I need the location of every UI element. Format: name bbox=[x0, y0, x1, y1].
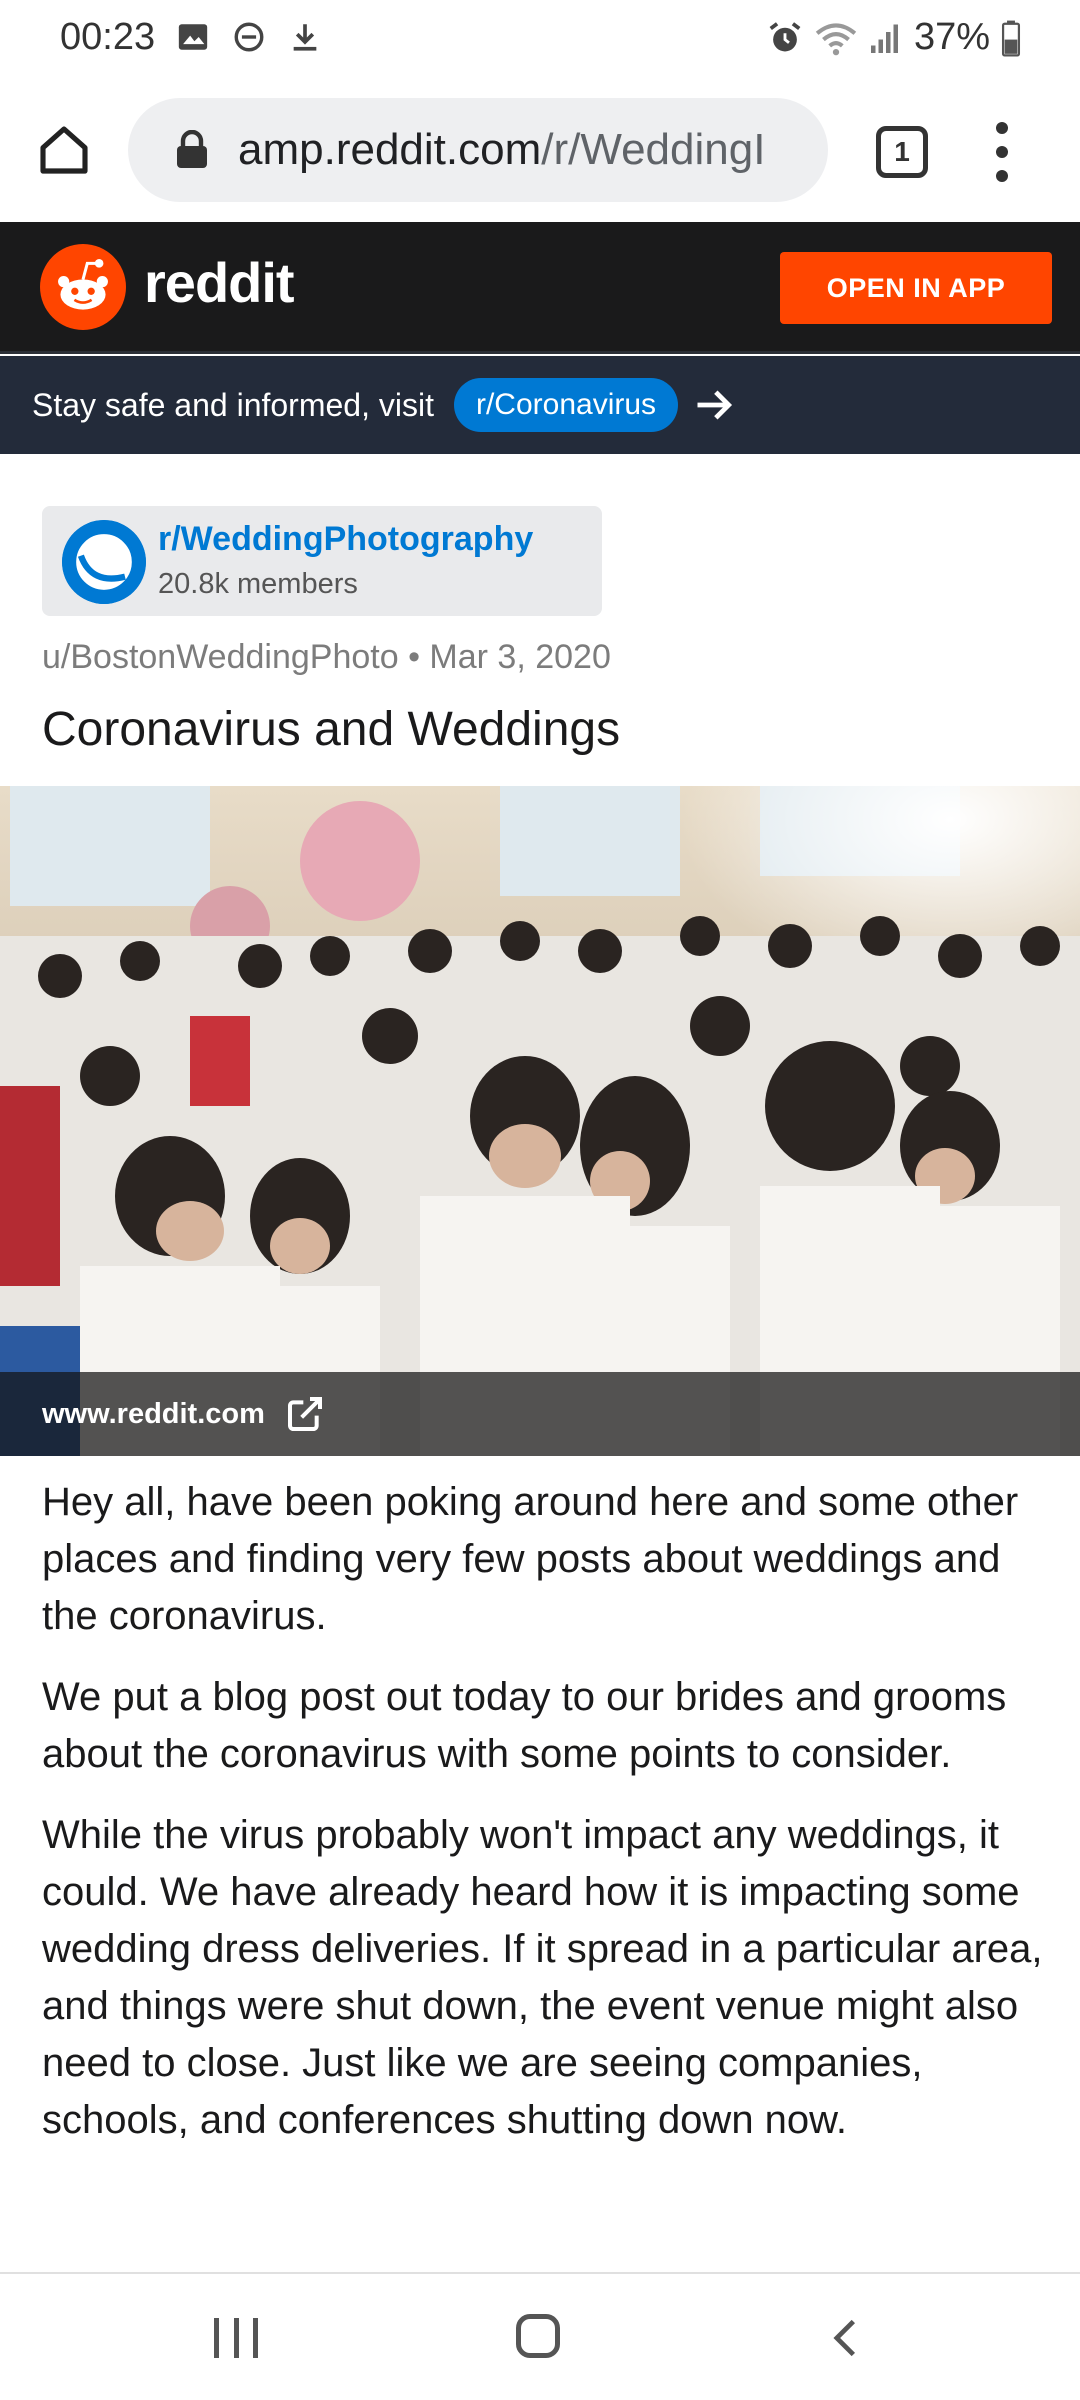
tab-switcher-button[interactable]: 1 bbox=[876, 126, 928, 178]
system-home-button[interactable] bbox=[516, 2314, 560, 2358]
status-bar: 00:23 37% bbox=[0, 0, 1080, 78]
system-nav-bar bbox=[0, 2272, 1080, 2400]
menu-dot bbox=[996, 170, 1008, 182]
recent-apps-bar bbox=[253, 2318, 258, 2358]
open-in-app-button[interactable]: OPEN IN APP bbox=[780, 252, 1052, 324]
post-photo bbox=[0, 786, 1080, 1456]
signal-icon bbox=[870, 24, 898, 53]
back-icon[interactable] bbox=[824, 2314, 868, 2362]
browser-menu-button[interactable] bbox=[990, 122, 1014, 182]
battery-percent: 37% bbox=[913, 16, 990, 58]
battery-icon bbox=[1001, 20, 1021, 57]
browser-toolbar: amp.reddit.com/r/WeddingI 1 bbox=[0, 78, 1080, 222]
recent-apps-bar bbox=[214, 2318, 219, 2358]
url-text: amp.reddit.com/r/WeddingI bbox=[238, 125, 765, 175]
image-source-link[interactable]: www.reddit.com bbox=[42, 1398, 265, 1431]
url-path: /r/WeddingI bbox=[541, 125, 766, 174]
subreddit-card[interactable]: r/WeddingPhotography 20.8k members bbox=[42, 506, 602, 616]
coronavirus-banner[interactable]: Stay safe and informed, visit r/Coronavi… bbox=[0, 356, 1080, 454]
image-icon bbox=[178, 24, 208, 50]
subreddit-members: 20.8k members bbox=[158, 568, 358, 600]
address-bar[interactable]: amp.reddit.com/r/WeddingI bbox=[128, 98, 828, 202]
post-paragraph: We put a blog post out today to our brid… bbox=[42, 1675, 1007, 1776]
menu-dot bbox=[996, 122, 1008, 134]
lock-icon bbox=[177, 130, 207, 168]
post-body: Hey all, have been poking around here an… bbox=[42, 1474, 1052, 2173]
status-right-icons: 37% bbox=[766, 16, 1022, 59]
browser-home-button[interactable] bbox=[32, 118, 96, 182]
reddit-wordmark[interactable]: reddit bbox=[144, 250, 295, 315]
arrow-right-icon bbox=[697, 390, 733, 420]
recent-apps-button[interactable] bbox=[214, 2318, 258, 2358]
home-icon bbox=[40, 126, 88, 174]
subreddit-name[interactable]: r/WeddingPhotography bbox=[158, 520, 533, 559]
download-icon bbox=[293, 24, 317, 51]
post-title: Coronavirus and Weddings bbox=[42, 703, 621, 756]
post-meta[interactable]: u/BostonWeddingPhoto • Mar 3, 2020 bbox=[42, 638, 611, 677]
post-image[interactable]: www.reddit.com bbox=[0, 786, 1080, 1456]
dnd-icon bbox=[234, 22, 264, 52]
url-domain: amp.reddit.com bbox=[238, 125, 542, 174]
external-link-icon bbox=[287, 1397, 322, 1431]
recent-apps-bar bbox=[233, 2318, 239, 2358]
wifi-icon bbox=[815, 22, 857, 55]
reddit-logo-icon[interactable] bbox=[40, 244, 126, 330]
alarm-icon bbox=[769, 21, 801, 51]
menu-dot bbox=[996, 146, 1008, 158]
subreddit-avatar bbox=[62, 520, 146, 604]
post-paragraph: While the virus probably won't impact an… bbox=[42, 1813, 1043, 2142]
image-caption-bar[interactable]: www.reddit.com bbox=[0, 1372, 1080, 1456]
coronavirus-link[interactable]: r/Coronavirus bbox=[453, 378, 679, 432]
post-paragraph: Hey all, have been poking around here an… bbox=[42, 1480, 1019, 1638]
reddit-header: reddit OPEN IN APP bbox=[0, 222, 1080, 354]
status-time: 00:23 bbox=[60, 16, 156, 58]
status-left-icons bbox=[176, 20, 322, 54]
banner-text: Stay safe and informed, visit bbox=[32, 386, 434, 423]
